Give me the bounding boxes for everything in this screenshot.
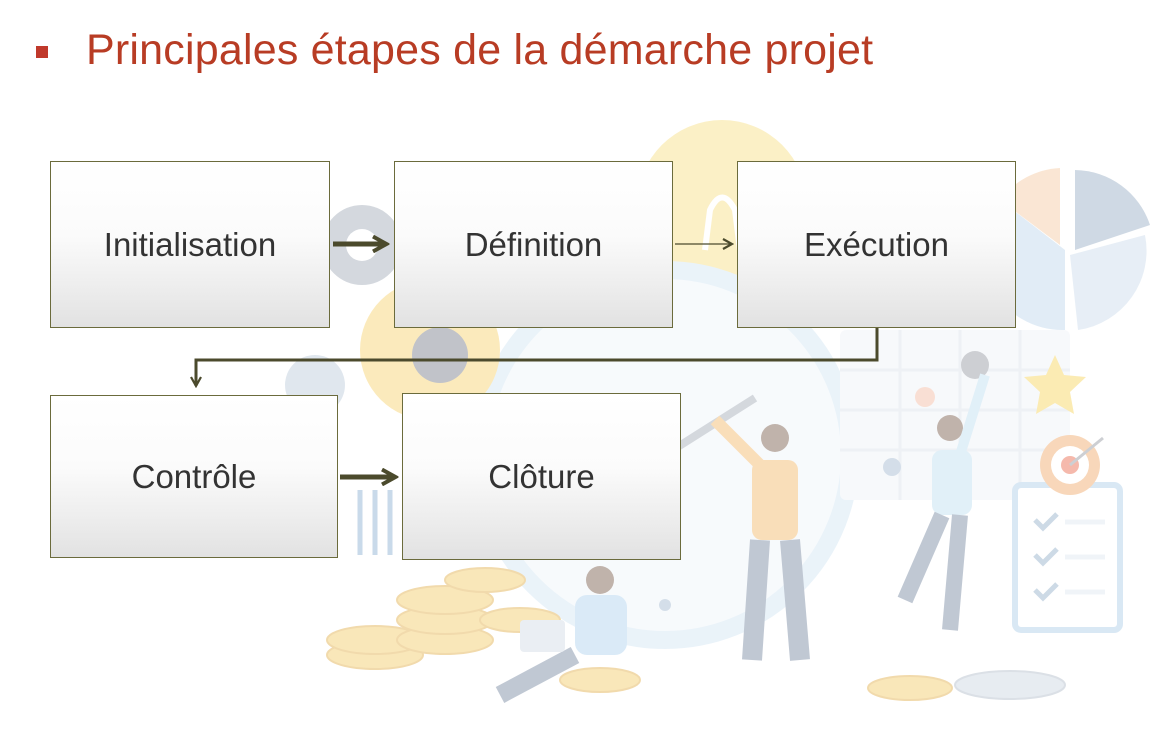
step-controle: Contrôle (50, 395, 338, 558)
step-label: Exécution (804, 225, 949, 263)
arrow-execution-controle (196, 328, 879, 386)
slide: Principales étapes de la démarche projet… (0, 0, 1163, 731)
step-execution: Exécution (737, 161, 1016, 328)
step-initialisation: Initialisation (50, 161, 330, 328)
step-label: Définition (464, 225, 603, 263)
step-definition: Définition (394, 161, 673, 328)
step-cloture: Clôture (402, 393, 681, 560)
connectors (0, 0, 879, 731)
step-label: Clôture (488, 457, 595, 495)
step-label: Contrôle (131, 457, 257, 495)
step-label: Initialisation (103, 225, 277, 263)
